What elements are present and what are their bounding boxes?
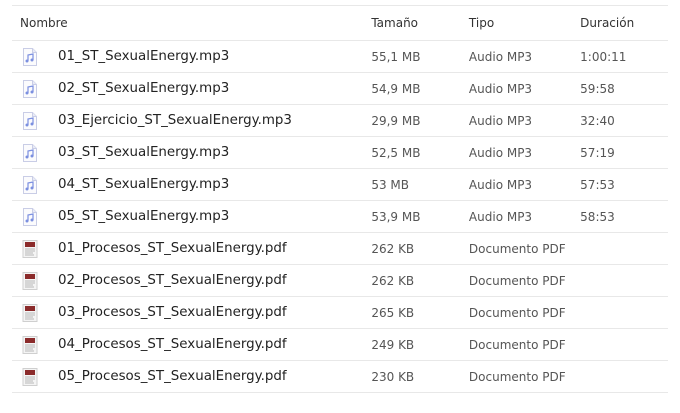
- file-duration: 59:58: [580, 81, 615, 96]
- file-size: 53,9 MB: [371, 209, 421, 224]
- file-name[interactable]: 05_Procesos_ST_SexualEnergy.pdf: [58, 369, 287, 384]
- audio-file-icon: [22, 143, 38, 162]
- file-name[interactable]: 02_Procesos_ST_SexualEnergy.pdf: [58, 273, 287, 288]
- file-list: Nombre Tamaño Tipo Duración 01_ST_Sexual…: [0, 5, 680, 393]
- file-type: Audio MP3: [468, 145, 533, 160]
- pdf-file-icon: [22, 335, 38, 354]
- column-header-duration[interactable]: Duración: [580, 16, 668, 30]
- file-duration: 57:53: [580, 177, 615, 192]
- file-type: Documento PDF: [468, 337, 566, 352]
- file-size: 249 KB: [371, 337, 415, 352]
- file-name[interactable]: 03_Procesos_ST_SexualEnergy.pdf: [58, 305, 287, 320]
- file-row[interactable]: 02_ST_SexualEnergy.mp3 54,9 MB Audio MP3 59…: [12, 73, 668, 105]
- file-type: Documento PDF: [468, 273, 566, 288]
- file-row[interactable]: 01_ST_SexualEnergy.mp3 55,1 MB Audio MP3 1:…: [12, 41, 668, 73]
- file-name-cell: 04_ST_SexualEnergy.mp3: [12, 175, 371, 194]
- file-name-cell: 03_Procesos_ST_SexualEnergy.pdf: [12, 303, 371, 322]
- file-duration: 1:00:11: [580, 49, 627, 64]
- file-name-cell: 01_Procesos_ST_SexualEnergy.pdf: [12, 239, 371, 258]
- file-name-cell: 02_ST_SexualEnergy.mp3: [12, 79, 371, 98]
- file-row[interactable]: 03_Ejercicio_ST_SexualEnergy.mp3 29,9 MB A…: [12, 105, 668, 137]
- file-size: 262 KB: [371, 241, 415, 256]
- file-type: Audio MP3: [468, 209, 533, 224]
- audio-file-icon: [22, 175, 38, 194]
- file-row[interactable]: 01_Procesos_ST_SexualEnergy.pdf 262 KB Doc…: [12, 233, 668, 265]
- file-name[interactable]: 04_Procesos_ST_SexualEnergy.pdf: [58, 337, 287, 352]
- file-type: Audio MP3: [468, 113, 533, 128]
- file-size: 230 KB: [371, 369, 415, 384]
- file-rows: 01_ST_SexualEnergy.mp3 55,1 MB Audio MP3 1:…: [12, 41, 668, 393]
- file-name-cell: 05_ST_SexualEnergy.mp3: [12, 207, 371, 226]
- column-header-name[interactable]: Nombre: [12, 16, 371, 30]
- file-name-cell: 03_ST_SexualEnergy.mp3: [12, 143, 371, 162]
- audio-file-icon: [22, 79, 38, 98]
- file-size: 265 KB: [371, 305, 415, 320]
- file-name-cell: 03_Ejercicio_ST_SexualEnergy.mp3: [12, 111, 371, 130]
- file-name-cell: 01_ST_SexualEnergy.mp3: [12, 47, 371, 66]
- column-header-type[interactable]: Tipo: [469, 16, 580, 30]
- pdf-file-icon: [22, 239, 38, 258]
- pdf-file-icon: [22, 367, 38, 386]
- file-name-cell: 04_Procesos_ST_SexualEnergy.pdf: [12, 335, 371, 354]
- pdf-file-icon: [22, 303, 38, 322]
- file-type: Documento PDF: [468, 305, 566, 320]
- file-row[interactable]: 03_Procesos_ST_SexualEnergy.pdf 265 KB Doc…: [12, 297, 668, 329]
- file-type: Audio MP3: [468, 177, 533, 192]
- file-name[interactable]: 01_Procesos_ST_SexualEnergy.pdf: [58, 241, 287, 256]
- file-size: 54,9 MB: [371, 81, 421, 96]
- file-row[interactable]: 05_Procesos_ST_SexualEnergy.pdf 230 KB Doc…: [12, 361, 668, 393]
- file-row[interactable]: 02_Procesos_ST_SexualEnergy.pdf 262 KB Doc…: [12, 265, 668, 297]
- file-type: Documento PDF: [468, 369, 566, 384]
- column-header-row: Nombre Tamaño Tipo Duración: [12, 6, 668, 41]
- audio-file-icon: [22, 111, 38, 130]
- file-duration: 57:19: [580, 145, 615, 160]
- audio-file-icon: [22, 47, 38, 66]
- file-type: Audio MP3: [468, 49, 533, 64]
- file-name[interactable]: 05_ST_SexualEnergy.mp3: [58, 209, 229, 224]
- file-name[interactable]: 03_Ejercicio_ST_SexualEnergy.mp3: [58, 113, 292, 128]
- file-row[interactable]: 03_ST_SexualEnergy.mp3 52,5 MB Audio MP3 57…: [12, 137, 668, 169]
- file-row[interactable]: 04_ST_SexualEnergy.mp3 53 MB Audio MP3 57:5…: [12, 169, 668, 201]
- file-name[interactable]: 02_ST_SexualEnergy.mp3: [58, 81, 229, 96]
- file-duration: 58:53: [580, 209, 615, 224]
- file-name[interactable]: 03_ST_SexualEnergy.mp3: [58, 145, 229, 160]
- file-name[interactable]: 01_ST_SexualEnergy.mp3: [58, 49, 229, 64]
- file-size: 262 KB: [371, 273, 415, 288]
- file-size: 29,9 MB: [371, 113, 421, 128]
- file-name-cell: 05_Procesos_ST_SexualEnergy.pdf: [12, 367, 371, 386]
- file-type: Documento PDF: [468, 241, 566, 256]
- file-size: 55,1 MB: [371, 49, 421, 64]
- file-size: 52,5 MB: [371, 145, 421, 160]
- column-header-size[interactable]: Tamaño: [371, 16, 469, 30]
- pdf-file-icon: [22, 271, 38, 290]
- file-duration: 32:40: [580, 113, 615, 128]
- file-name-cell: 02_Procesos_ST_SexualEnergy.pdf: [12, 271, 371, 290]
- file-row[interactable]: 04_Procesos_ST_SexualEnergy.pdf 249 KB Doc…: [12, 329, 668, 361]
- audio-file-icon: [22, 207, 38, 226]
- file-row[interactable]: 05_ST_SexualEnergy.mp3 53,9 MB Audio MP3 58…: [12, 201, 668, 233]
- file-name[interactable]: 04_ST_SexualEnergy.mp3: [58, 177, 229, 192]
- file-type: Audio MP3: [468, 81, 533, 96]
- file-size: 53 MB: [371, 177, 410, 192]
